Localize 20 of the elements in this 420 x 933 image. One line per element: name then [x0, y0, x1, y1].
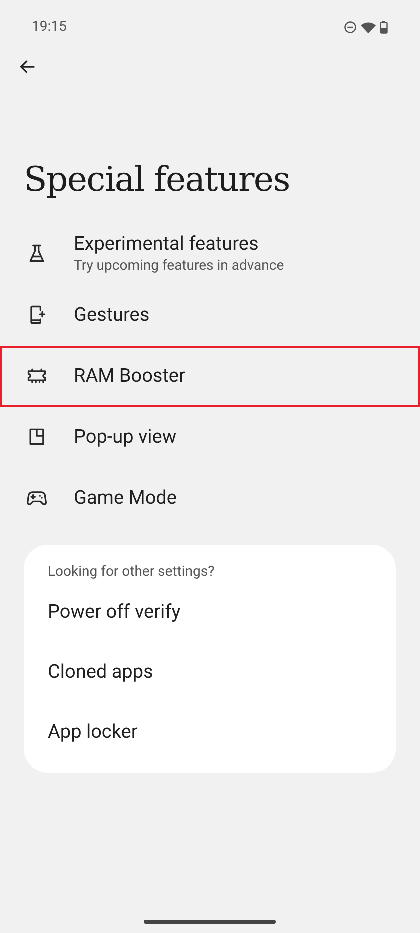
settings-item[interactable]: Gestures — [0, 284, 420, 346]
item-label: RAM Booster — [74, 364, 186, 388]
page-title: Special features — [24, 159, 291, 202]
wifi-icon — [361, 22, 376, 34]
item-label: Pop-up view — [74, 425, 177, 449]
battery-icon — [380, 21, 388, 34]
item-label: Game Mode — [74, 486, 177, 510]
item-label: Experimental features — [74, 232, 260, 256]
settings-item[interactable]: Experimental features Try upcoming features in advance — [0, 224, 420, 284]
settings-item[interactable]: Game Mode — [0, 468, 420, 528]
other-setting-link[interactable]: App locker — [48, 702, 372, 762]
other-setting-link[interactable]: Cloned apps — [48, 642, 372, 702]
item-subtitle: Try upcoming features in advance — [74, 258, 284, 276]
other-setting-link[interactable]: Power off verify — [48, 582, 372, 642]
item-label: Gestures — [74, 303, 150, 327]
status-time: 19:15 — [32, 18, 67, 37]
card-heading: Looking for other settings? — [48, 562, 216, 582]
settings-item[interactable]: Pop-up view — [0, 406, 420, 468]
do-not-disturb-icon — [344, 21, 357, 34]
settings-item[interactable]: RAM Booster — [0, 346, 420, 406]
